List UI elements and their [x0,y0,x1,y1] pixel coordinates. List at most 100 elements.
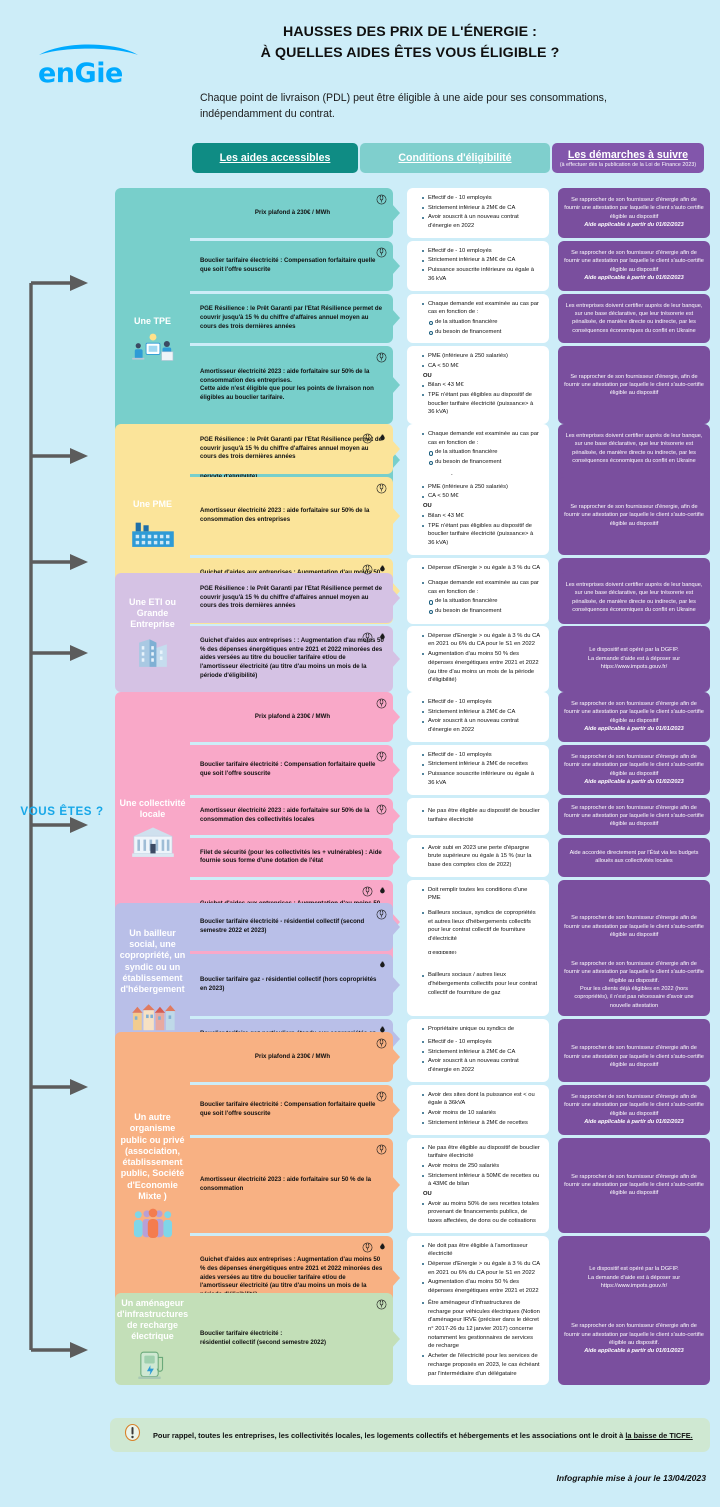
aide-label: Prix plafond à 230€ / MWh [254,712,331,720]
aide-label: Prix plafond à 230€ / MWh [254,208,331,216]
condition-item: Ne pas être éligible au dispositif de bo… [422,1144,541,1161]
demarche-text: Se rapprocher de son fournisseur d'énerg… [564,197,704,220]
conditions-list: Être aménageur d'infrastructures de rech… [416,1299,541,1379]
category-label: Un aménageur d'infrastructures de rechar… [116,1297,189,1342]
conditions-cell: PME (inférieure à 250 salariés) CA < 50 M… [407,346,549,425]
aid-row: PGE Résilience : le Prêt Garanti par l'E… [190,293,710,344]
aide-label: Amortisseur électricité 2023 : aide forf… [200,1176,372,1193]
aid-row: PGE Résilience : le Prêt Garanti par l'E… [190,424,710,474]
category-label: Un autre organisme public ou privé (asso… [120,1112,185,1201]
aide-label: Amortisseur électricité 2023 : aide forf… [200,367,374,401]
electricity-icon [362,1242,373,1257]
aide-cell: Guichet d'aides aux entreprises : : Augm… [190,625,400,692]
condition-item: du besoin de financement [423,328,541,337]
energy-icons [376,751,387,766]
title-line-2: À QUELLES AIDES ÊTES VOUS ÉLIGIBLE ? [260,44,560,61]
demarche-applicability: Aide applicable à partir du 01/02/2023 [584,222,684,229]
tab-conditions-eligibilite[interactable]: Conditions d'éligibilité [360,143,550,173]
condition-item: PME (inférieure à 250 salariés) [422,352,541,361]
aide-cell: Bouclier tarifaire gaz - résidentiel col… [190,953,400,1017]
electricity-icon [376,909,387,924]
aide-cell: Bouclier tarifaire électricité : Compens… [190,744,400,795]
conditions-cell: Chaque demande est examinée au cas par c… [407,573,549,623]
condition-item: Dépense d'Energie > ou égale à 3 % du CA… [422,1260,541,1277]
condition-item: Effectif de - 10 employés [422,247,541,256]
category-amenageur: Un aménageur d'infrastructures de rechar… [115,1293,190,1386]
condition-item: OU [423,1190,432,1197]
energy-icons [376,1091,387,1106]
charging-station-icon [127,1347,179,1381]
condition-item: de la situation financière [423,318,541,327]
condition-item: Effectif de - 10 employés [422,194,541,203]
aid-row: Bouclier tarifaire électricité - résiden… [190,903,710,951]
condition-item: de la situation financière [423,597,541,606]
category-label: Une ETI ou Grande Entreprise [129,596,176,630]
demarche-cell: Aide accordée directement par l'État via… [558,837,710,877]
demarche-text: Se rapprocher de son fournisseur d'énerg… [564,915,704,939]
demarche-applicability: Aide applicable à partir du 01/02/2023 [584,275,684,282]
conditions-list: Dépense d'Energie > ou égale à 3 % du CA… [416,632,541,686]
aid-row: Filet de sécurité (pour les collectivité… [190,837,710,877]
energy-icons [362,632,387,647]
aide-label: Guichet d'aides aux entreprises : : Augm… [200,637,384,679]
electricity-icon [376,1299,387,1314]
conditions-cell: Avoir subi en 2023 une perte d'épargne b… [407,837,549,877]
demarche-text: Le dispositif est opéré par la DGFIP.La … [587,647,681,670]
tab-demarches-a-suivre[interactable]: Les démarches à suivre (à effectuer dès … [552,143,704,173]
ticfe-link[interactable]: la baisse de TICFE. [625,1431,692,1440]
tab-aides-accessibles[interactable]: Les aides accessibles [192,143,358,173]
section-amenageur: Un aménageur d'infrastructures de rechar… [115,1293,710,1386]
condition-item: Augmentation d'au moins 50 % des dépense… [422,650,541,685]
condition-item: Dépense d'Energie > ou égale à 3 % du CA… [422,632,541,649]
condition-item: Avoir souscrit à un nouveau contrat d'én… [422,717,541,734]
footer-reminder-prefix: Pour rappel, toutes les entreprises, les… [153,1430,626,1440]
tab-demarches-sublabel: (à effectuer dès la publication de la Lo… [559,161,697,168]
electricity-icon [376,1091,387,1106]
electricity-icon [362,632,373,647]
condition-item: du besoin de financement [423,607,541,616]
condition-item: Ne doit pas être éligible à l'amortisseu… [422,1242,541,1259]
buildings-icon [127,634,179,668]
conditions-cell: Être aménageur d'infrastructures de rech… [407,1293,549,1386]
aid-row: Prix plafond à 230€ / MWh Effectif de - 1… [190,1032,710,1082]
aide-label: Bouclier tarifaire électricité : Compens… [200,1100,376,1117]
category-label: Une TPE [133,315,171,326]
condition-item: Strictement inférieur à 2M€ de CA [422,204,541,213]
condition-item: Chaque demande est examinée au cas par c… [422,430,541,447]
condition-item: Doit remplir toutes les conditions d'une… [422,886,541,903]
conditions-cell: Chaque demande est examinée au cas par c… [407,293,549,344]
demarche-cell: Se rapprocher de son fournisseur d'énerg… [558,1032,710,1082]
footer-reminder: Pour rappel, toutes les entreprises, les… [110,1418,710,1452]
aide-cell: PGE Résilience : le Prêt Garanti par l'E… [190,293,400,344]
condition-item: Strictement inférieur à 2M€ de recettes [422,760,541,769]
tab-demarches-label: Les démarches à suivre [567,148,689,161]
aide-label: Bouclier tarifaire électricité : Compens… [200,256,376,273]
conditions-cell: Ne pas être éligible au dispositif de bo… [407,797,549,835]
energy-icons [376,247,387,262]
aid-row: Bouclier tarifaire électricité : Compens… [190,1084,710,1135]
demarche-text: Se rapprocher de son fournisseur d'énerg… [564,1173,704,1197]
conditions-cell: Effectif de - 10 employés Strictement inf… [407,692,549,742]
condition-item: Effectif de - 10 employés [422,1038,541,1047]
energy-icons [376,194,387,209]
condition-item: Bailleurs sociaux / autres lieux d'héber… [422,971,541,997]
electricity-icon [362,886,373,901]
electricity-icon [376,804,387,819]
demarche-cell: Se rapprocher de son fournisseur d'énerg… [558,692,710,742]
demarche-text: Les entreprises doivent certifier auprès… [565,302,703,334]
flow-connector [29,275,88,1358]
demarche-text: Se rapprocher de son fournisseur d'énerg… [564,504,704,527]
demarche-applicability: Aide applicable à partir du 01/01/2023 [584,726,684,733]
aide-cell: Amortisseur électricité 2023 : aide forf… [190,346,400,425]
electricity-icon [376,751,387,766]
demarche-text: Se rapprocher de son fournisseur d'énerg… [564,1323,704,1347]
demarche-cell: Se rapprocher de son fournisseur d'énerg… [558,744,710,795]
aid-row: Prix plafond à 230€ / MWh Effectif de - 1… [190,692,710,742]
info-icon [124,1423,141,1447]
energy-icons [376,1038,387,1053]
energy-icons [362,433,387,448]
factory-icon [127,514,179,548]
electricity-icon [376,1144,387,1159]
title-line-1: HAUSSES DES PRIX DE L'ÉNERGIE : [282,24,537,40]
people-icon [127,1206,179,1240]
